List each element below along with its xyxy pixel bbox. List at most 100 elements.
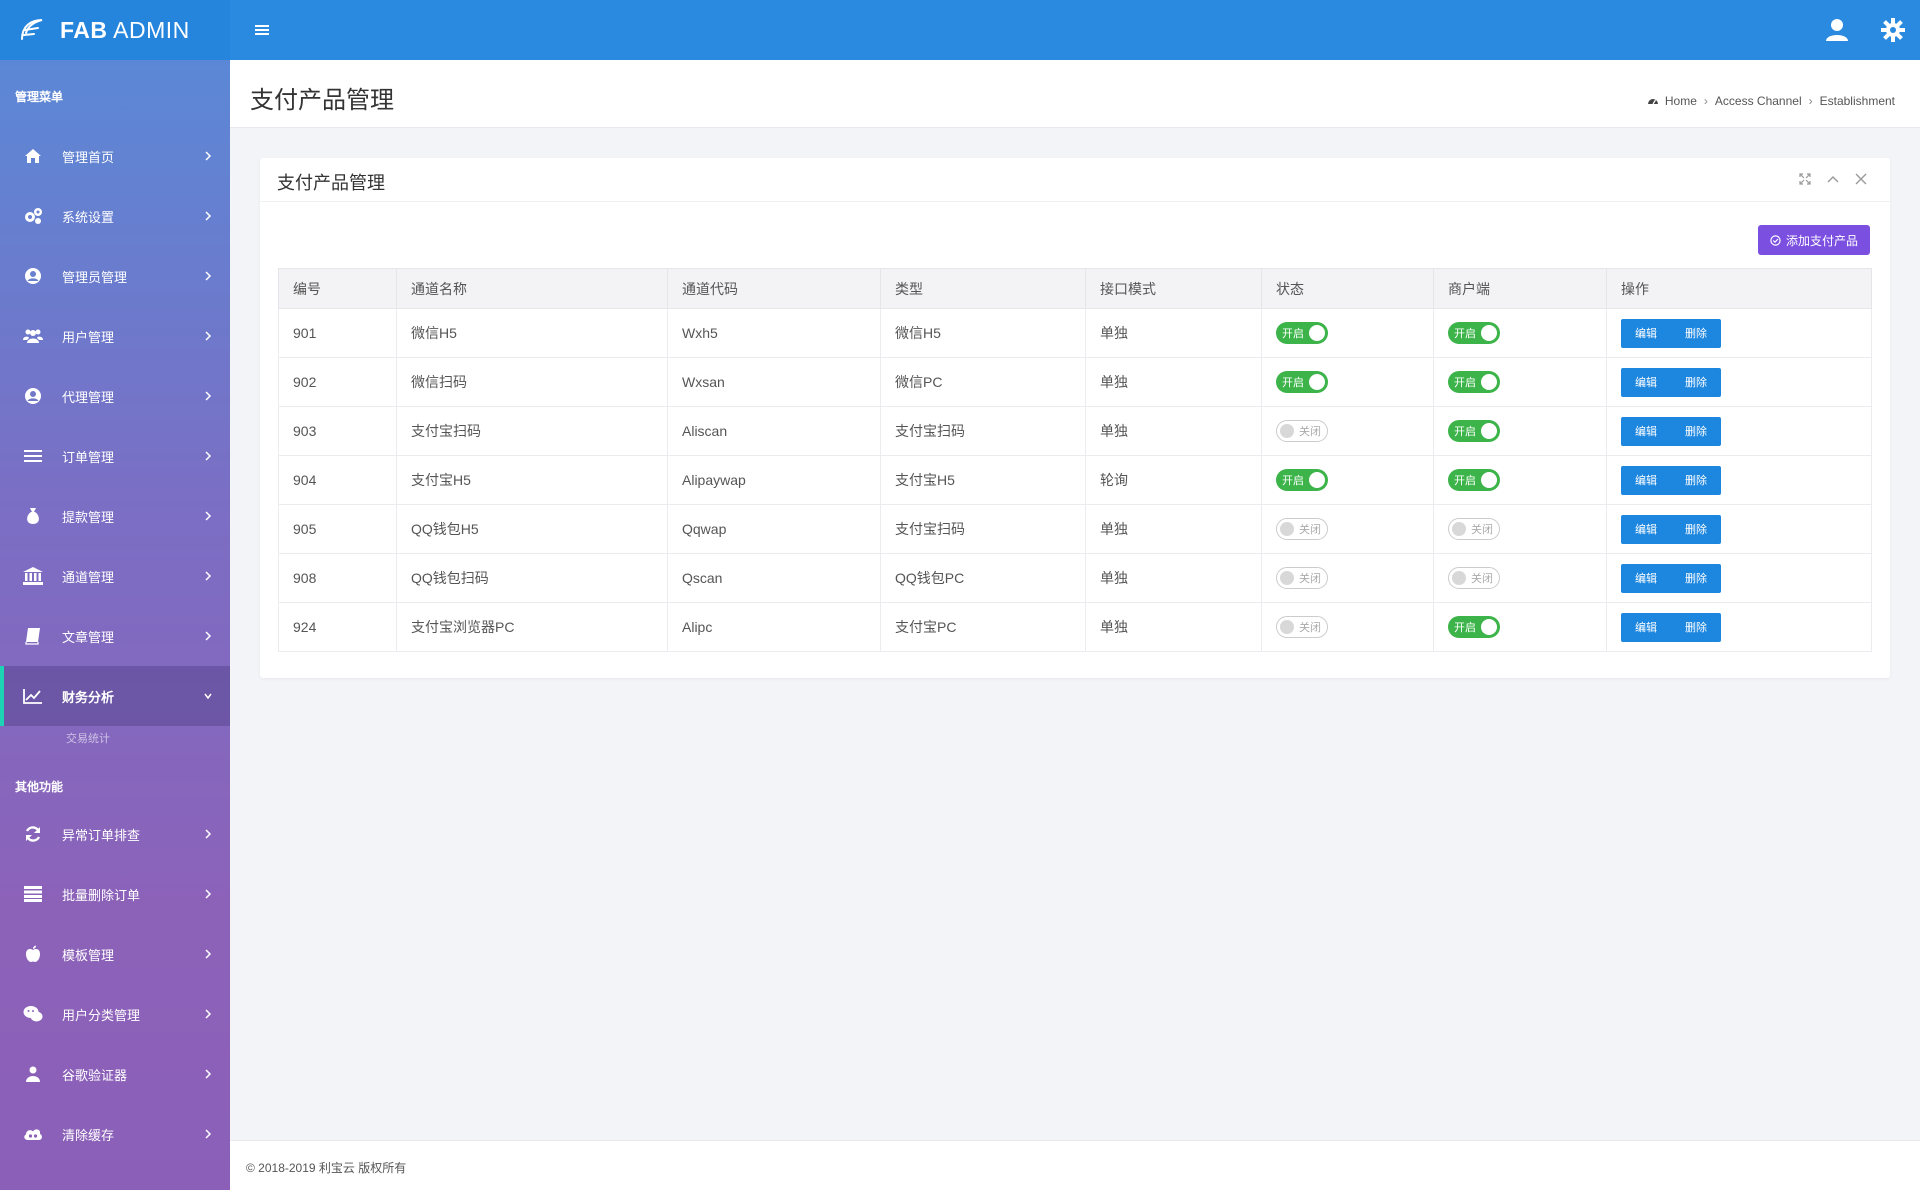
cell-id: 902 (278, 357, 397, 407)
sidebar-item-financial-analysis[interactable]: 财务分析 (0, 666, 230, 726)
expand-icon[interactable] (1798, 172, 1812, 186)
cell-actions: 编辑 删除 (1606, 602, 1872, 652)
menu-toggle-icon[interactable] (250, 20, 274, 41)
edit-button[interactable]: 编辑 (1621, 416, 1671, 446)
user-icon[interactable] (1824, 17, 1850, 43)
sidebar-item-google-authenticator[interactable]: 谷歌验证器 (0, 1044, 230, 1104)
page-header: 支付产品管理 Home › Access Channel › Establish… (230, 60, 1920, 128)
sidebar-item-label: 财务分析 (62, 689, 115, 705)
cell-interface-mode: 单独 (1085, 406, 1262, 456)
merchant-toggle[interactable]: 开启 (1448, 616, 1500, 638)
action-button-group: 编辑 删除 (1621, 416, 1871, 446)
cell-channel-name: 支付宝扫码 (396, 406, 668, 456)
cell-channel-code: Aliscan (667, 406, 881, 456)
delete-button[interactable]: 删除 (1671, 465, 1721, 495)
sidebar-item-withdrawal-management[interactable]: 提款管理 (0, 486, 230, 546)
edit-button[interactable]: 编辑 (1621, 318, 1671, 348)
edit-button[interactable]: 编辑 (1621, 367, 1671, 397)
cell-interface-mode: 单独 (1085, 553, 1262, 603)
breadcrumb-access-channel[interactable]: Access Channel (1715, 94, 1802, 108)
cell-actions: 编辑 删除 (1606, 357, 1872, 407)
collapse-icon[interactable] (1826, 172, 1840, 186)
sidebar-item-dashboard[interactable]: 管理首页 (0, 126, 230, 186)
merchant-cell: 开启 (1433, 455, 1607, 505)
chevron-right-icon (205, 511, 212, 521)
table-row: 908 QQ钱包扫码 Qscan QQ钱包PC 单独 关闭 关闭 编辑 删除 (278, 553, 1872, 603)
breadcrumb-home[interactable]: Home (1665, 94, 1697, 108)
sidebar-item-admin-management[interactable]: 管理员管理 (0, 246, 230, 306)
brand[interactable]: FAB ADMIN (0, 0, 230, 60)
status-toggle[interactable]: 开启 (1276, 469, 1328, 491)
status-cell: 开启 (1261, 308, 1434, 358)
sidebar-item-agent-management[interactable]: 代理管理 (0, 366, 230, 426)
sidebar-item-label: 文章管理 (62, 629, 115, 645)
sidebar-subitem-partial[interactable]: 交易统计 (0, 726, 230, 748)
card-header: 支付产品管理 (260, 158, 1890, 202)
settings-icon[interactable] (1880, 17, 1906, 43)
sidebar-section-title: 管理菜单 (15, 90, 64, 104)
status-toggle[interactable]: 关闭 (1276, 616, 1328, 638)
add-payment-product-button[interactable]: 添加支付产品 (1757, 225, 1870, 255)
table-row: 904 支付宝H5 Alipaywap 支付宝H5 轮询 开启 开启 编辑 删除 (278, 455, 1872, 505)
sidebar-item-label: 模板管理 (62, 947, 115, 963)
status-toggle[interactable]: 关闭 (1276, 518, 1328, 540)
edit-button[interactable]: 编辑 (1621, 514, 1671, 544)
edit-button[interactable]: 编辑 (1621, 465, 1671, 495)
table-row: 924 支付宝浏览器PC Alipc 支付宝PC 单独 关闭 开启 编辑 删除 (278, 602, 1872, 652)
cloud-icon (22, 1123, 44, 1145)
status-toggle[interactable]: 开启 (1276, 371, 1328, 393)
chevron-right-icon (205, 451, 212, 461)
status-toggle[interactable]: 开启 (1276, 322, 1328, 344)
chevron-right-icon (205, 1129, 212, 1139)
cell-id: 924 (278, 602, 397, 652)
close-icon[interactable] (1854, 172, 1868, 186)
user-circle-icon (22, 265, 44, 287)
sidebar-item-user-management[interactable]: 用户管理 (0, 306, 230, 366)
edit-button[interactable]: 编辑 (1621, 612, 1671, 642)
status-toggle[interactable]: 关闭 (1276, 567, 1328, 589)
merchant-toggle[interactable]: 开启 (1448, 420, 1500, 442)
delete-button[interactable]: 删除 (1671, 563, 1721, 593)
table-row: 901 微信H5 Wxh5 微信H5 单独 开启 开启 编辑 删除 (278, 308, 1872, 358)
sidebar-item-user-category-management[interactable]: 用户分类管理 (0, 984, 230, 1044)
sidebar-item-label: 代理管理 (62, 389, 115, 405)
delete-button[interactable]: 删除 (1671, 416, 1721, 446)
cell-type: QQ钱包PC (880, 553, 1086, 603)
table-row: 903 支付宝扫码 Aliscan 支付宝扫码 单独 关闭 开启 编辑 删除 (278, 406, 1872, 456)
cell-id: 901 (278, 308, 397, 358)
delete-button[interactable]: 删除 (1671, 367, 1721, 397)
sidebar-item-label: 通道管理 (62, 569, 115, 585)
sidebar-item-clear-cache[interactable]: 清除缓存 (0, 1104, 230, 1164)
sidebar-item-system-settings[interactable]: 系统设置 (0, 186, 230, 246)
delete-button[interactable]: 删除 (1671, 612, 1721, 642)
check-circle-icon (1770, 234, 1781, 246)
sidebar-item-order-management[interactable]: 订单管理 (0, 426, 230, 486)
status-toggle[interactable]: 关闭 (1276, 420, 1328, 442)
sidebar-item-abnormal-order-check[interactable]: 异常订单排查 (0, 804, 230, 864)
wechat-icon (22, 1003, 44, 1025)
cell-actions: 编辑 删除 (1606, 504, 1872, 554)
table-row: 902 微信扫码 Wxsan 微信PC 单独 开启 开启 编辑 删除 (278, 357, 1872, 407)
user-icon (22, 1063, 44, 1085)
cogs-icon (22, 205, 44, 227)
cell-channel-code: Qqwap (667, 504, 881, 554)
sidebar-item-batch-delete-orders[interactable]: 批量删除订单 (0, 864, 230, 924)
line-chart-icon (22, 685, 44, 707)
merchant-cell: 开启 (1433, 308, 1607, 358)
sidebar-item-article-management[interactable]: 文章管理 (0, 606, 230, 666)
merchant-toggle[interactable]: 关闭 (1448, 567, 1500, 589)
status-cell: 开启 (1261, 357, 1434, 407)
delete-button[interactable]: 删除 (1671, 514, 1721, 544)
merchant-toggle[interactable]: 开启 (1448, 371, 1500, 393)
sidebar-item-template-management[interactable]: 模板管理 (0, 924, 230, 984)
refresh-icon (22, 823, 44, 845)
cell-interface-mode: 单独 (1085, 357, 1262, 407)
delete-button[interactable]: 删除 (1671, 318, 1721, 348)
edit-button[interactable]: 编辑 (1621, 563, 1671, 593)
merchant-toggle[interactable]: 开启 (1448, 469, 1500, 491)
money-bag-icon (22, 505, 44, 527)
home-icon (22, 145, 44, 167)
merchant-toggle[interactable]: 关闭 (1448, 518, 1500, 540)
merchant-toggle[interactable]: 开启 (1448, 322, 1500, 344)
sidebar-item-channel-management[interactable]: 通道管理 (0, 546, 230, 606)
